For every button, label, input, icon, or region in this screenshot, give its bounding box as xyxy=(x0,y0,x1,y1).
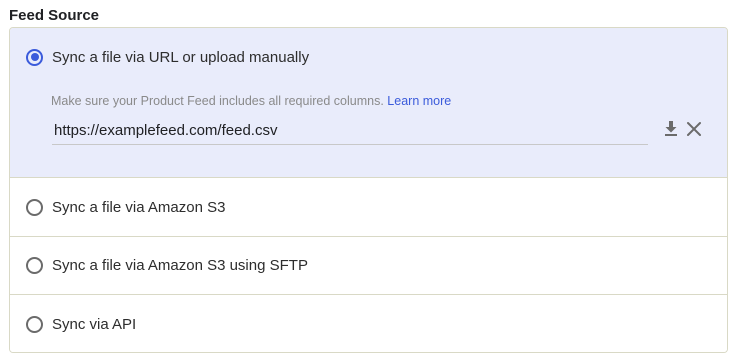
download-icon[interactable] xyxy=(661,119,681,139)
section-title: Feed Source xyxy=(9,7,100,24)
option-amazon-s3: Sync a file via Amazon S3 xyxy=(10,178,727,237)
option-api-row[interactable]: Sync via API xyxy=(26,295,137,352)
close-icon[interactable] xyxy=(684,119,704,139)
radio-api[interactable] xyxy=(26,315,43,333)
option-url-upload-row[interactable]: Sync a file via URL or upload manually xyxy=(26,28,309,86)
option-amazon-s3-sftp-label: Sync a file via Amazon S3 using SFTP xyxy=(52,257,308,274)
radio-amazon-s3[interactable] xyxy=(26,198,43,216)
radio-url-upload[interactable] xyxy=(26,48,43,66)
learn-more-link[interactable]: Learn more xyxy=(387,94,451,108)
option-url-upload: Sync a file via URL or upload manually M… xyxy=(10,28,727,178)
feed-source-options: Sync a file via URL or upload manually M… xyxy=(9,27,728,353)
option-amazon-s3-sftp: Sync a file via Amazon S3 using SFTP xyxy=(10,236,727,295)
option-amazon-s3-row[interactable]: Sync a file via Amazon S3 xyxy=(26,178,225,236)
option-api-label: Sync via API xyxy=(52,315,137,333)
radio-amazon-s3-sftp[interactable] xyxy=(26,257,43,274)
feed-url-input[interactable] xyxy=(52,116,648,145)
helper-text: Make sure your Product Feed includes all… xyxy=(51,94,384,108)
helper-text-row: Make sure your Product Feed includes all… xyxy=(51,94,451,108)
option-api: Sync via API xyxy=(10,295,727,352)
option-url-upload-label: Sync a file via URL or upload manually xyxy=(52,48,310,66)
option-amazon-s3-sftp-row[interactable]: Sync a file via Amazon S3 using SFTP xyxy=(26,237,308,295)
option-amazon-s3-label: Sync a file via Amazon S3 xyxy=(52,198,226,216)
